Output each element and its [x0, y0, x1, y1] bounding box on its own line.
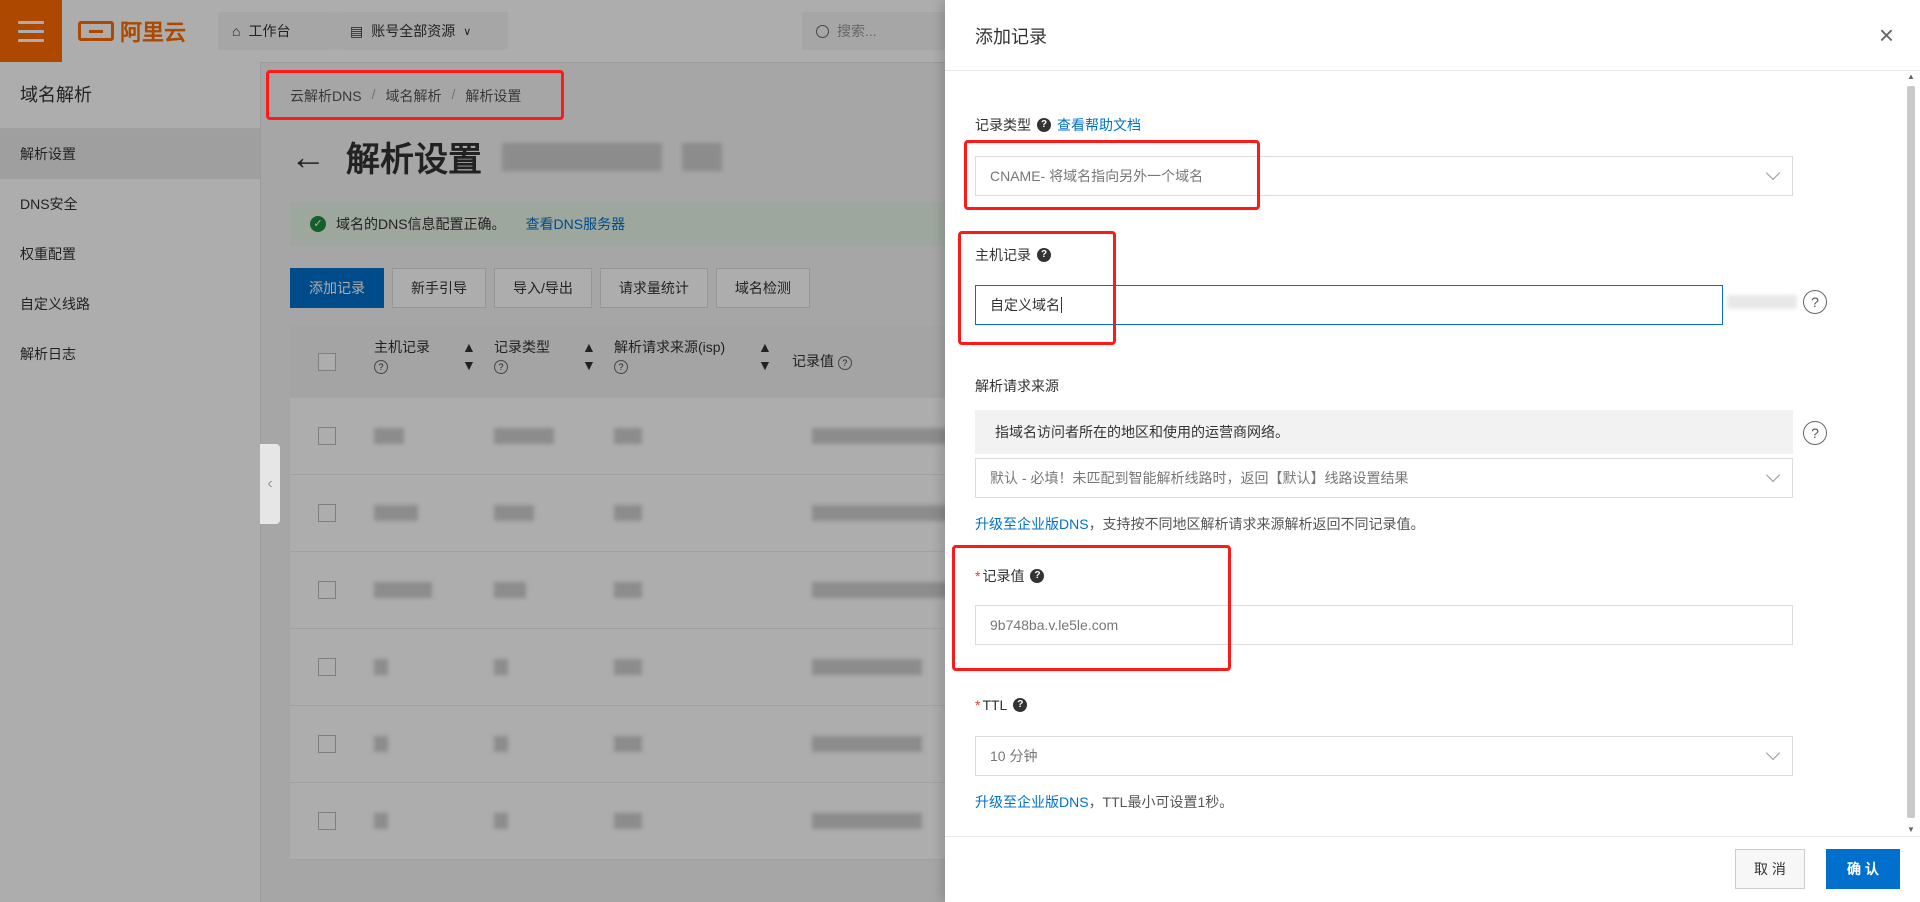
host-record-label: 主机记录 ? — [975, 245, 1051, 265]
scroll-down-icon[interactable]: ▼ — [1906, 825, 1916, 834]
help-icon[interactable]: ? — [1013, 698, 1028, 712]
required-marker: * — [975, 568, 981, 584]
record-value-label: * 记录值 ? — [975, 566, 1045, 586]
help-doc-link[interactable]: 查看帮助文档 — [1057, 115, 1141, 135]
chevron-down-icon — [1765, 165, 1781, 181]
help-icon[interactable]: ? — [1037, 248, 1051, 262]
record-type-label: 记录类型 ? 查看帮助文档 — [975, 115, 1141, 135]
record-type-select[interactable]: CNAME- 将域名指向另外一个域名 — [975, 156, 1793, 196]
request-source-select[interactable]: 默认 - 必填！未匹配到智能解析线路时，返回【默认】线路设置结果 — [975, 458, 1793, 498]
ttl-label: * TTL ? — [975, 697, 1028, 713]
request-source-hint: 指域名访问者所在的地区和使用的运营商网络。 — [975, 410, 1793, 454]
add-record-drawer: 添加记录 × ▲ ▼ 记录类型 ? 查看帮助文档 CNAME- 将域名指向另外一… — [945, 0, 1920, 902]
scrollbar[interactable]: ▲ ▼ — [1906, 72, 1916, 834]
modal-overlay[interactable] — [0, 0, 945, 902]
source-upgrade-note: 升级至企业版DNS，支持按不同地区解析请求来源解析返回不同记录值。 — [975, 516, 1425, 532]
redacted-suffix — [1727, 295, 1797, 309]
chevron-down-icon — [1765, 467, 1781, 483]
host-record-input[interactable]: 自定义域名 — [975, 285, 1723, 325]
cancel-button[interactable]: 取 消 — [1735, 849, 1805, 889]
close-icon[interactable]: × — [1879, 22, 1894, 48]
required-marker: * — [975, 697, 981, 713]
chevron-down-icon — [1765, 745, 1781, 761]
help-icon[interactable]: ? — [1030, 569, 1045, 583]
drawer-footer: 取 消 确 认 — [945, 836, 1920, 902]
collapse-handle[interactable]: ‹ — [260, 444, 280, 524]
record-value-input[interactable]: 9b748ba.v.le5le.com — [975, 605, 1793, 645]
drawer-title: 添加记录 — [975, 27, 1047, 47]
ttl-upgrade-note: 升级至企业版DNS，TTL最小可设置1秒。 — [975, 794, 1234, 810]
help-icon[interactable]: ? — [1037, 118, 1051, 132]
chevron-left-icon: ‹ — [267, 475, 273, 492]
confirm-button[interactable]: 确 认 — [1826, 849, 1900, 889]
upgrade-enterprise-link[interactable]: 升级至企业版DNS — [975, 516, 1089, 532]
drawer-header: 添加记录 × — [945, 0, 1920, 71]
ttl-select[interactable]: 10 分钟 — [975, 736, 1793, 776]
upgrade-enterprise-link[interactable]: 升级至企业版DNS — [975, 794, 1089, 810]
help-circle-icon[interactable]: ? — [1803, 290, 1827, 314]
request-source-label: 解析请求来源 — [975, 378, 1059, 394]
help-circle-icon[interactable]: ? — [1803, 421, 1827, 445]
scroll-up-icon[interactable]: ▲ — [1906, 72, 1916, 81]
